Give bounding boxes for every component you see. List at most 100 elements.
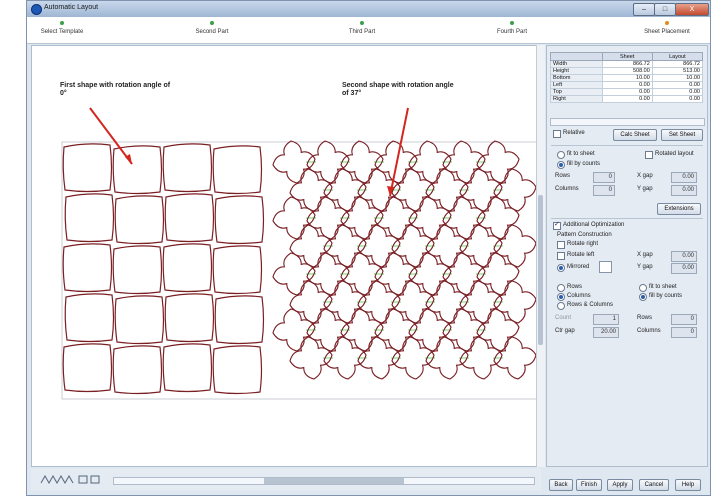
step-indicator-icon: [665, 21, 669, 25]
square-shape: [112, 145, 163, 195]
rows-label-3: Rows: [637, 315, 653, 321]
pattern-construction-label: Pattern Construction: [557, 232, 612, 238]
relative-label: Relative: [563, 130, 585, 136]
columns-radio[interactable]: [557, 293, 565, 301]
columns-label-3: Columns: [637, 328, 661, 334]
layout-value: 0.00: [651, 81, 704, 89]
table-row[interactable]: Width 866.72 866.72: [550, 60, 704, 68]
step-second-part[interactable]: Second Part: [167, 21, 257, 35]
layout-value: 0.00: [651, 88, 704, 96]
step-label: Fourth Part: [496, 29, 527, 35]
rotate-left-checkbox[interactable]: [557, 252, 565, 260]
sheet-value: 0.00: [601, 95, 653, 103]
table-row[interactable]: Bottom 10.00 10.00: [550, 74, 704, 82]
table-horizontal-scrollbar[interactable]: [550, 118, 705, 126]
row-key: Left: [550, 81, 603, 89]
square-shape: [112, 245, 163, 295]
wizard-steps: Select Template Second Part Third Part F…: [27, 17, 710, 44]
step-fourth-part[interactable]: Fourth Part: [467, 21, 557, 35]
finish-button[interactable]: Finish: [576, 479, 602, 491]
layout-canvas[interactable]: First shape with rotation angle of 0° Se…: [31, 45, 538, 467]
fit-in-sheet-radio[interactable]: [557, 151, 565, 159]
square-shape: [64, 293, 115, 343]
count-input[interactable]: 1: [593, 314, 619, 325]
zoom-tools-icon[interactable]: [39, 473, 109, 487]
x-gap-input[interactable]: 0.00: [671, 172, 697, 183]
square-shape: [162, 343, 213, 393]
ctr-gap-input[interactable]: 20.00: [593, 327, 619, 338]
table-row[interactable]: Top 0.00 0.00: [550, 88, 704, 96]
close-button[interactable]: X: [675, 3, 709, 16]
canvas-horizontal-scrollbar[interactable]: [113, 477, 535, 485]
fit-in-sheet-label-2: fit to sheet: [649, 284, 677, 290]
rows-input[interactable]: 0: [593, 172, 615, 183]
canvas-vertical-scrollbar[interactable]: [536, 45, 545, 467]
mirrored-radio[interactable]: [557, 264, 565, 272]
ctr-gap-label: Ctr gap: [555, 328, 575, 334]
step-indicator-icon: [360, 21, 364, 25]
step-indicator-icon: [510, 21, 514, 25]
step-label: Third Part: [348, 29, 376, 35]
fit-in-sheet-label: fit to sheet: [567, 151, 595, 157]
columns-input[interactable]: 0: [593, 185, 615, 196]
fit-in-sheet-radio-2[interactable]: [639, 284, 647, 292]
square-shape: [64, 193, 115, 243]
rows-input-3[interactable]: 0: [671, 314, 697, 325]
square-shape: [112, 345, 163, 395]
table-row[interactable]: Right 0.00 0.00: [550, 95, 704, 103]
calc-sheet-button[interactable]: Calc Sheet: [613, 129, 657, 141]
columns-label: Columns: [555, 186, 579, 192]
scroll-thumb[interactable]: [538, 195, 543, 345]
x-gap-input-2[interactable]: 0.00: [671, 251, 697, 262]
rotate-right-label: Rotate right: [567, 241, 599, 247]
square-shape: [212, 245, 263, 295]
fill-by-counts-radio-2[interactable]: [639, 293, 647, 301]
row-key: Height: [550, 67, 603, 75]
rotated-layout-checkbox[interactable]: [645, 151, 653, 159]
apply-button[interactable]: Apply: [607, 479, 633, 491]
header-cell: [550, 52, 603, 61]
square-shape: [162, 243, 213, 293]
rows-radio-label: Rows: [567, 284, 583, 290]
additional-optimization-checkbox[interactable]: [553, 220, 561, 230]
square-shape: [62, 243, 113, 293]
square-shape: [212, 145, 263, 195]
y-gap-label-2: Y gap: [637, 264, 653, 270]
extensions-button[interactable]: Extensions: [657, 203, 701, 215]
table-row[interactable]: Height 508.00 513.00: [550, 67, 704, 75]
scroll-thumb[interactable]: [264, 478, 404, 484]
set-sheet-button[interactable]: Set Sheet: [661, 129, 703, 141]
back-button[interactable]: Back: [549, 479, 573, 491]
step-third-part[interactable]: Third Part: [317, 21, 407, 35]
y-gap-input[interactable]: 0.00: [671, 185, 697, 196]
maximize-button[interactable]: □: [654, 3, 676, 16]
row-key: Bottom: [550, 74, 603, 82]
square-shape: [164, 293, 215, 343]
table-row[interactable]: Left 0.00 0.00: [550, 81, 704, 89]
square-shape: [62, 143, 113, 193]
angle-input[interactable]: [599, 261, 612, 273]
rows-radio[interactable]: [557, 284, 565, 292]
relative-checkbox[interactable]: [553, 130, 561, 138]
step-sheet-placement[interactable]: Sheet Placement: [622, 21, 710, 35]
sheet-value: 0.00: [601, 81, 653, 89]
step-select-template[interactable]: Select Template: [27, 21, 107, 35]
fill-by-counts-radio[interactable]: [557, 161, 565, 169]
rows-and-columns-radio[interactable]: [557, 302, 565, 310]
square-shape: [214, 295, 265, 345]
mirrored-label: Mirrored: [567, 264, 590, 270]
row-key: Width: [550, 60, 603, 68]
header-cell: Sheet: [601, 52, 653, 61]
cancel-button[interactable]: Cancel: [639, 479, 669, 491]
help-button[interactable]: Help: [675, 479, 701, 491]
additional-optimization-label: Additional Optimization: [563, 222, 625, 228]
rotate-right-checkbox[interactable]: [557, 241, 565, 249]
square-shape: [62, 343, 113, 393]
step-label: Select Template: [40, 29, 84, 35]
y-gap-input-2[interactable]: 0.00: [671, 263, 697, 274]
title-bar[interactable]: Automatic Layout – □ X: [27, 1, 710, 17]
columns-input-3[interactable]: 0: [671, 327, 697, 338]
table-header-row: Sheet Layout: [550, 52, 704, 61]
divider: [551, 218, 703, 219]
minimize-button[interactable]: –: [633, 3, 655, 16]
